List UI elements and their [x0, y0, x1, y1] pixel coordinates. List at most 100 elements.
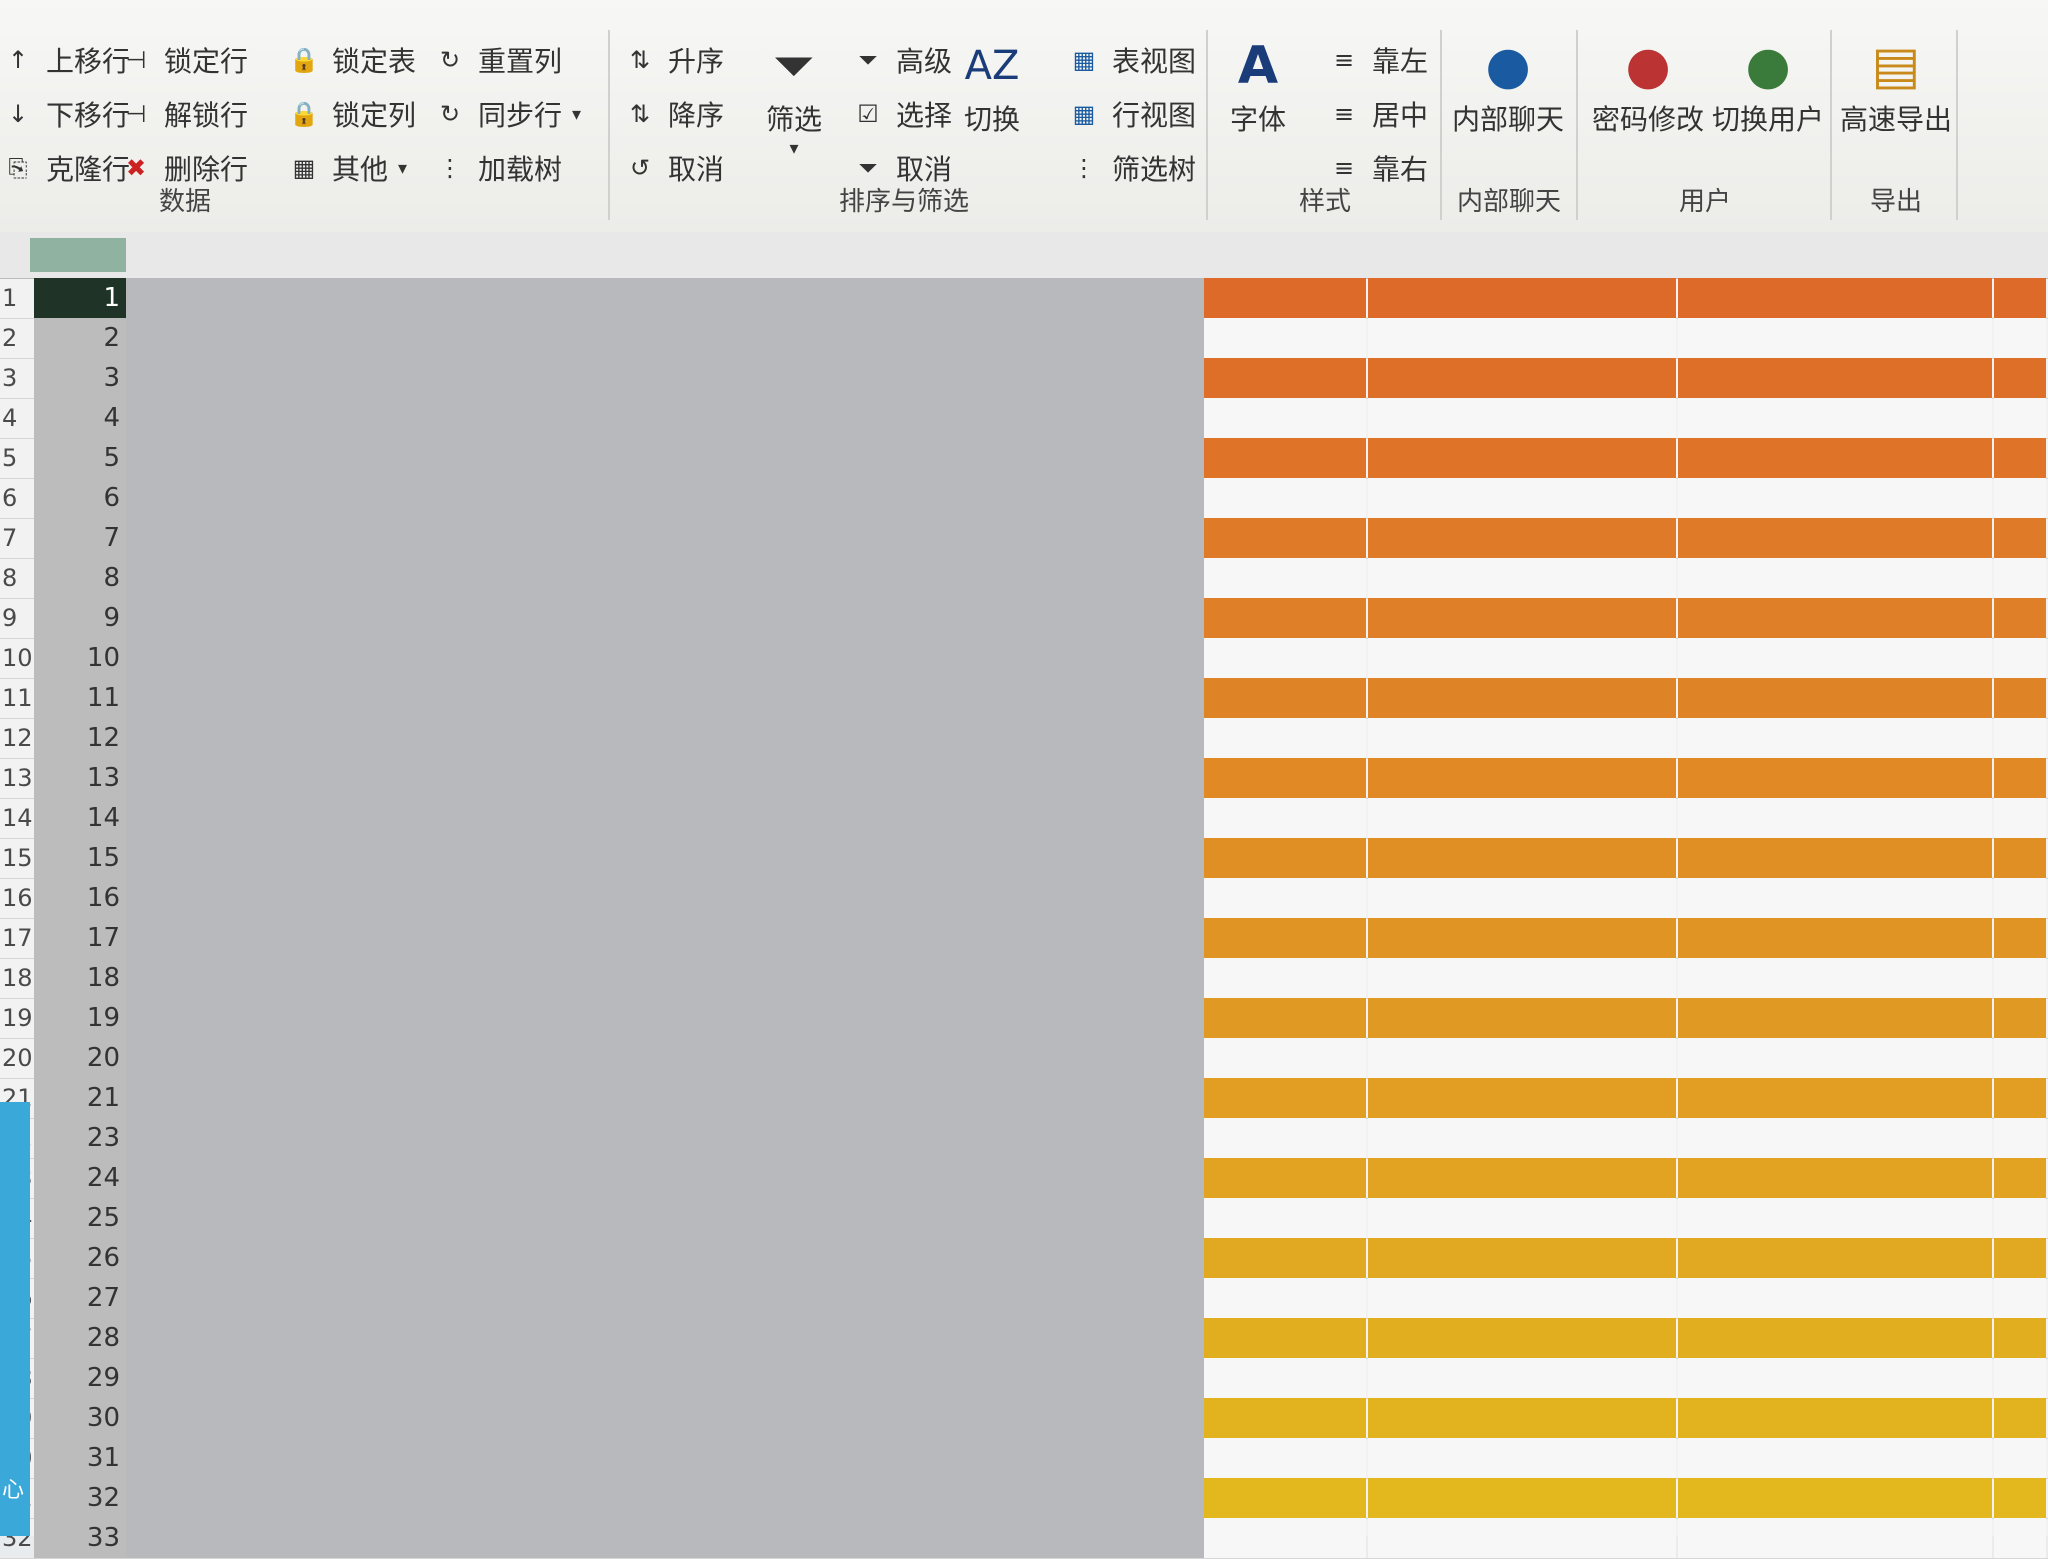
advanced-filter-button[interactable]: ⏷ 高级: [850, 36, 952, 84]
gray-cell[interactable]: [126, 438, 1204, 478]
change-password-button[interactable]: ● 密码修改: [1592, 34, 1704, 138]
table-cell[interactable]: [1368, 718, 1676, 758]
table-row[interactable]: 88: [0, 558, 2048, 599]
table-cell[interactable]: [1678, 358, 1992, 398]
row-index-cell[interactable]: 9: [34, 598, 126, 638]
table-cell[interactable]: [1678, 1158, 1992, 1198]
gray-cell[interactable]: [126, 1358, 1204, 1398]
row-index-cell[interactable]: 20: [34, 1038, 126, 1078]
table-cell[interactable]: [1368, 1358, 1676, 1398]
table-row[interactable]: 18 18: [0, 958, 2048, 999]
table-view-button[interactable]: ▦ 表视图: [1066, 36, 1196, 84]
select-filter-button[interactable]: ☑ 选择: [850, 90, 952, 138]
gray-cell[interactable]: [126, 998, 1204, 1038]
table-cell[interactable]: [1678, 1118, 1992, 1158]
table-row[interactable]: 66: [0, 478, 2048, 519]
table-cell[interactable]: [1678, 598, 1992, 638]
table-row[interactable]: 32 33: [0, 1518, 2048, 1559]
table-cell[interactable]: [1678, 878, 1992, 918]
table-cell[interactable]: [1994, 598, 2046, 638]
gray-cell[interactable]: [126, 598, 1204, 638]
table-cell[interactable]: [1204, 518, 1366, 558]
table-cell[interactable]: [1994, 318, 2046, 358]
table-cell[interactable]: [1368, 798, 1676, 838]
select-all-corner[interactable]: [30, 238, 126, 272]
table-row[interactable]: 55: [0, 438, 2048, 479]
table-cell[interactable]: [1204, 918, 1366, 958]
table-cell[interactable]: [1994, 758, 2046, 798]
align-center-button[interactable]: ≡ 居中: [1326, 90, 1428, 138]
table-cell[interactable]: [1678, 518, 1992, 558]
table-cell[interactable]: [1368, 318, 1676, 358]
table-cell[interactable]: [1368, 558, 1676, 598]
move-down-row-button[interactable]: ↓ 下移行: [0, 90, 130, 138]
gray-cell[interactable]: [126, 1398, 1204, 1438]
table-cell[interactable]: [1204, 1118, 1366, 1158]
table-cell[interactable]: [1368, 1118, 1676, 1158]
table-row[interactable]: 2930: [0, 1398, 2048, 1439]
table-cell[interactable]: [1204, 838, 1366, 878]
table-row[interactable]: 44: [0, 398, 2048, 439]
table-cell[interactable]: [1678, 278, 1992, 318]
table-row[interactable]: 2324: [0, 1158, 2048, 1199]
table-cell[interactable]: [1204, 1358, 1366, 1398]
row-index-cell[interactable]: 33: [34, 1518, 126, 1558]
table-cell[interactable]: [1994, 998, 2046, 1038]
table-row[interactable]: 12 12: [0, 718, 2048, 759]
table-cell[interactable]: [1204, 1038, 1366, 1078]
table-cell[interactable]: [1994, 798, 2046, 838]
table-cell[interactable]: [1678, 798, 1992, 838]
table-cell[interactable]: [1994, 1158, 2046, 1198]
table-row[interactable]: 20 20: [0, 1038, 2048, 1079]
table-cell[interactable]: [1678, 758, 1992, 798]
table-row[interactable]: 11: [0, 278, 2048, 319]
gray-cell[interactable]: [126, 318, 1204, 358]
table-row[interactable]: 14 14: [0, 798, 2048, 839]
table-cell[interactable]: [1994, 1198, 2046, 1238]
table-cell[interactable]: [1204, 438, 1366, 478]
table-cell[interactable]: [1204, 1398, 1366, 1438]
table-row[interactable]: 16 16: [0, 878, 2048, 919]
row-index-cell[interactable]: 16: [34, 878, 126, 918]
table-cell[interactable]: [1994, 958, 2046, 998]
gray-cell[interactable]: [126, 798, 1204, 838]
sort-desc-button[interactable]: ⇅ 降序: [622, 90, 724, 138]
lock-column-button[interactable]: 🔒 锁定列: [286, 90, 416, 138]
table-cell[interactable]: [1678, 438, 1992, 478]
unlock-row-button[interactable]: ⊣ 解锁行: [118, 90, 248, 138]
table-cell[interactable]: [1368, 918, 1676, 958]
table-cell[interactable]: [1204, 758, 1366, 798]
table-row[interactable]: 11 11: [0, 678, 2048, 719]
row-index-cell[interactable]: 3: [34, 358, 126, 398]
table-cell[interactable]: [1994, 1278, 2046, 1318]
table-cell[interactable]: [1368, 1158, 1676, 1198]
table-cell[interactable]: [1368, 1318, 1676, 1358]
table-row[interactable]: 3031: [0, 1438, 2048, 1479]
row-index-cell[interactable]: 5: [34, 438, 126, 478]
font-button[interactable]: A 字体: [1226, 34, 1290, 138]
table-cell[interactable]: [1678, 638, 1992, 678]
table-cell[interactable]: [1368, 598, 1676, 638]
table-cell[interactable]: [1204, 1278, 1366, 1318]
table-cell[interactable]: [1994, 838, 2046, 878]
table-cell[interactable]: [1368, 1398, 1676, 1438]
table-cell[interactable]: [1994, 1398, 2046, 1438]
table-cell[interactable]: [1204, 1478, 1366, 1518]
gray-cell[interactable]: [126, 958, 1204, 998]
row-index-cell[interactable]: 19: [34, 998, 126, 1038]
row-index-cell[interactable]: 12: [34, 718, 126, 758]
table-cell[interactable]: [1204, 1238, 1366, 1278]
table-row[interactable]: 2223: [0, 1118, 2048, 1159]
gray-cell[interactable]: [126, 558, 1204, 598]
row-index-cell[interactable]: 6: [34, 478, 126, 518]
lock-row-button[interactable]: ⊣ 锁定行: [118, 36, 248, 84]
switch-button[interactable]: AZ 切换: [960, 34, 1024, 138]
gray-cell[interactable]: [126, 638, 1204, 678]
table-row[interactable]: 13 13: [0, 758, 2048, 799]
gray-cell[interactable]: [126, 478, 1204, 518]
row-index-cell[interactable]: 13: [34, 758, 126, 798]
row-index-cell[interactable]: 14: [34, 798, 126, 838]
table-cell[interactable]: [1368, 1038, 1676, 1078]
gray-cell[interactable]: [126, 1198, 1204, 1238]
table-cell[interactable]: [1678, 958, 1992, 998]
